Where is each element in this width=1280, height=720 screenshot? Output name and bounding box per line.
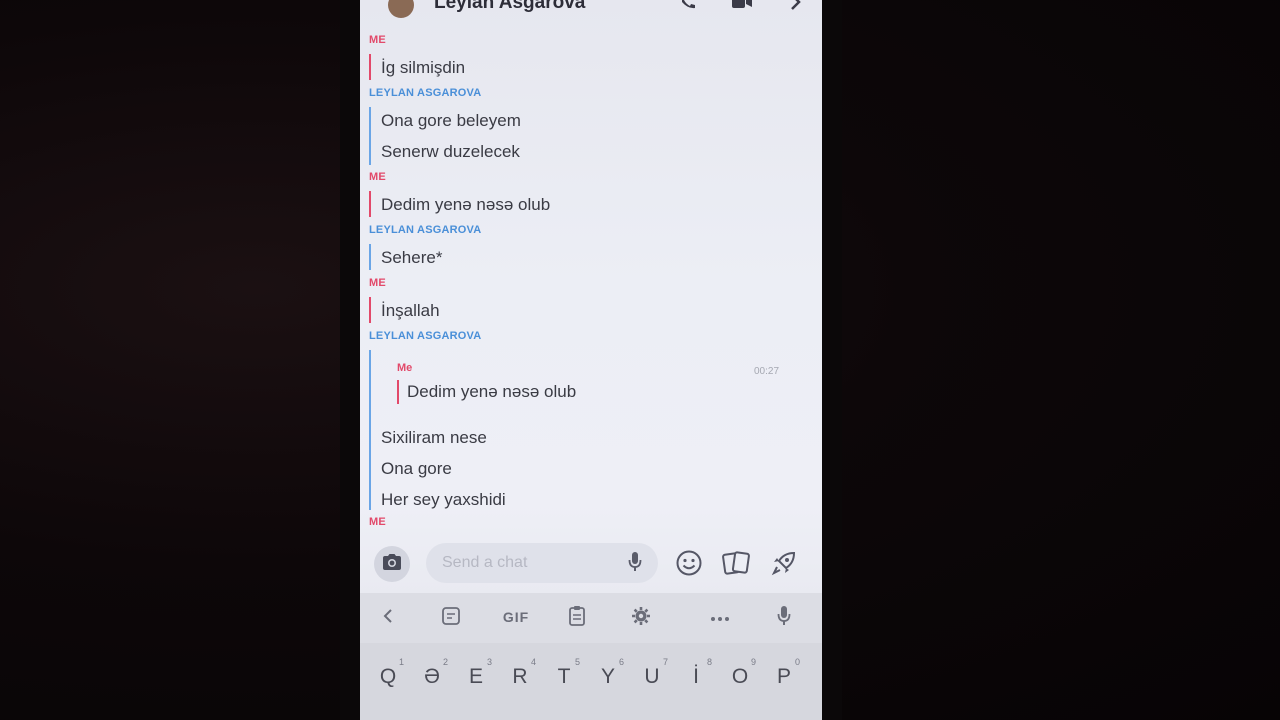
microphone-icon [777, 605, 791, 630]
phone-bezel-left [340, 0, 362, 720]
message-text[interactable]: Sixiliram nese [381, 428, 487, 448]
key-hint: 6 [618, 657, 624, 667]
avatar[interactable] [388, 0, 414, 18]
quote-bar [397, 380, 399, 404]
gear-icon [631, 606, 651, 629]
phone-screen: Leylan Asgarova ME İg silmişdin LEYLAN A… [360, 0, 822, 720]
key-u[interactable]: U7 [632, 657, 672, 703]
key-label: P [776, 665, 791, 688]
smiley-icon [675, 549, 703, 582]
chat-thread[interactable]: ME İg silmişdin LEYLAN ASGAROVA Ona gore… [360, 30, 822, 535]
emoji-button[interactable] [674, 550, 704, 580]
key-p[interactable]: P0 [764, 657, 804, 703]
sender-label: ME [369, 516, 386, 528]
key-label: R [512, 665, 528, 688]
chevron-right-icon[interactable] [788, 0, 804, 17]
message-text[interactable]: İg silmişdin [381, 58, 465, 78]
message-bar [369, 54, 371, 80]
chat-header: Leylan Asgarova [360, 0, 822, 22]
key-hint: 5 [574, 657, 580, 667]
games-button[interactable] [768, 550, 800, 580]
key-label: T [557, 665, 571, 688]
message-timestamp: 00:27 [754, 366, 780, 377]
key-hint: 3 [486, 657, 492, 667]
sender-label: ME [369, 34, 386, 46]
key-hint: 9 [750, 657, 756, 667]
key-o[interactable]: O9 [720, 657, 760, 703]
more-options-button[interactable] [708, 605, 732, 629]
voice-note-button[interactable] [624, 551, 646, 578]
keyboard-voice-button[interactable] [774, 605, 794, 629]
sticker-cards-icon [721, 550, 751, 581]
call-icon[interactable] [678, 0, 698, 17]
camera-button[interactable] [374, 546, 410, 582]
key-hint: 8 [706, 657, 712, 667]
key-label: U [644, 665, 660, 688]
chevron-left-icon [383, 608, 393, 627]
key-label: Q [379, 665, 397, 688]
sender-label: LEYLAN ASGAROVA [369, 224, 482, 236]
keyboard-back-button[interactable] [378, 605, 398, 629]
message-text[interactable]: Senerw duzelecek [381, 142, 520, 162]
quoted-message-text[interactable]: Dedim yenə nəsə olub [407, 382, 576, 402]
message-text[interactable]: İnşallah [381, 301, 440, 321]
key-q[interactable]: Q1 [368, 657, 408, 703]
keyboard-toolbar: GIF [360, 593, 822, 643]
sender-label: ME [369, 277, 386, 289]
key-hint: 0 [794, 657, 800, 667]
keyboard-sticker-button[interactable] [440, 605, 462, 629]
message-text[interactable]: Her sey yaxshidi [381, 490, 506, 510]
ellipsis-icon [710, 609, 730, 625]
sender-label: LEYLAN ASGAROVA [369, 330, 482, 342]
key-label: O [731, 665, 749, 688]
microphone-icon [628, 551, 642, 578]
composer-bar [360, 535, 822, 593]
message-bar [369, 350, 371, 510]
keyboard-settings-button[interactable] [630, 605, 652, 629]
key-hint: 4 [530, 657, 536, 667]
key-hint: 7 [662, 657, 668, 667]
key-label: İ [693, 665, 699, 688]
sender-label: ME [369, 171, 386, 183]
message-text[interactable]: Ona gore [381, 459, 452, 479]
clipboard-icon [568, 605, 586, 630]
phone-bezel-right [820, 0, 842, 720]
contact-name[interactable]: Leylan Asgarova [434, 0, 585, 14]
sticker-icon [441, 606, 461, 629]
message-bar [369, 191, 371, 217]
key-label: Ə [424, 665, 440, 688]
clipboard-button[interactable] [566, 605, 588, 629]
key-label: Y [600, 665, 615, 688]
message-text[interactable]: Ona gore beleyem [381, 111, 521, 131]
key-y[interactable]: Y6 [588, 657, 628, 703]
key-hint: 1 [398, 657, 404, 667]
camera-icon [381, 553, 403, 576]
message-bar [369, 297, 371, 323]
message-bar [369, 244, 371, 270]
message-text[interactable]: Dedim yenə nəsə olub [381, 195, 550, 215]
key-schwa[interactable]: Ə2 [412, 657, 452, 703]
quoted-sender: Me [397, 362, 413, 374]
gif-button[interactable]: GIF [496, 605, 536, 629]
key-r[interactable]: R4 [500, 657, 540, 703]
key-t[interactable]: T5 [544, 657, 584, 703]
sender-label: LEYLAN ASGAROVA [369, 87, 482, 99]
key-hint: 2 [442, 657, 448, 667]
key-i-dotted[interactable]: İ8 [676, 657, 716, 703]
message-text[interactable]: Sehere* [381, 248, 442, 268]
key-e[interactable]: E3 [456, 657, 496, 703]
keyboard-keys: Q1 Ə2 E3 R4 T5 Y6 U7 İ8 O9 P0 [360, 643, 822, 720]
message-bar [369, 107, 371, 165]
rocket-icon [770, 549, 798, 582]
sticker-button[interactable] [720, 550, 752, 580]
video-call-icon[interactable] [730, 0, 754, 17]
key-label: E [468, 665, 483, 688]
